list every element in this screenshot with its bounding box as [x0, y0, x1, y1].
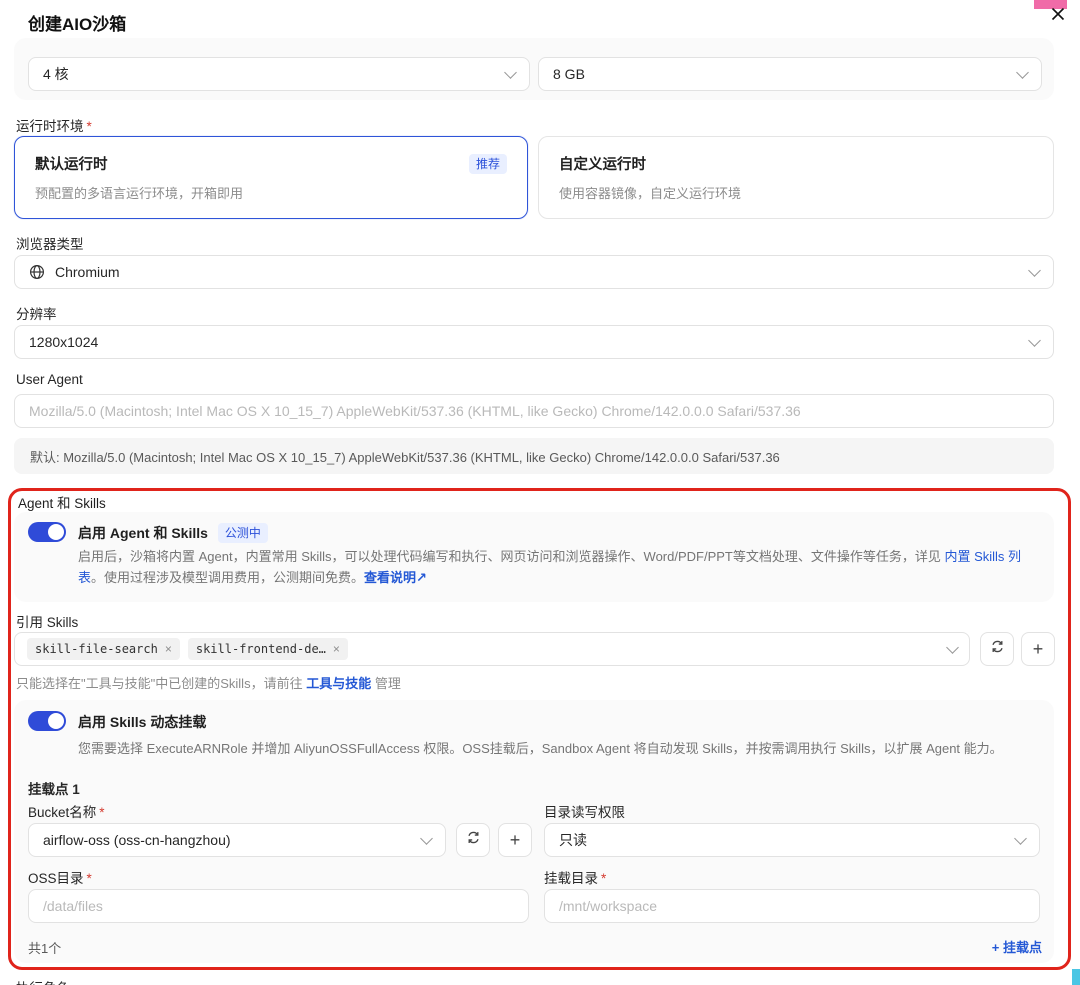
chevron-down-icon — [420, 831, 433, 845]
enable-dynamic-mount-toggle[interactable] — [28, 711, 66, 731]
close-icon — [1051, 7, 1065, 26]
runtime-card-default-title: 默认运行时 — [35, 157, 108, 173]
resolution-value: 1280x1024 — [29, 334, 99, 350]
add-skill-button[interactable]: + — [1021, 632, 1055, 666]
chevron-down-icon — [504, 65, 517, 79]
refresh-icon — [990, 639, 1005, 659]
chevron-down-icon — [1028, 333, 1041, 347]
agent-skills-section-label: Agent 和 Skills — [18, 496, 106, 511]
tag-remove-icon[interactable]: × — [333, 642, 340, 656]
chevron-down-icon — [1016, 65, 1029, 79]
ref-skills-multiselect[interactable]: skill-file-search × skill-frontend-de… × — [14, 632, 970, 666]
enable-agent-skills-toggle[interactable] — [28, 522, 66, 542]
oss-dir-label: OSS目录 * — [28, 871, 92, 886]
bucket-select-value: airflow-oss (oss-cn-hangzhou) — [43, 832, 231, 848]
required-asterisk: * — [86, 871, 92, 886]
required-asterisk: * — [601, 871, 607, 886]
globe-icon — [29, 264, 45, 280]
user-agent-default-note: 默认: Mozilla/5.0 (Macintosh; Intel Mac OS… — [14, 438, 1054, 474]
refresh-icon — [466, 830, 481, 850]
oss-dir-input[interactable] — [43, 898, 514, 914]
bucket-name-label: Bucket名称 * — [28, 805, 105, 820]
enable-dynamic-mount-label: 启用 Skills 动态挂载 — [78, 714, 207, 730]
mount-dir-input[interactable] — [559, 898, 1025, 914]
ref-skills-helper: 只能选择在"工具与技能"中已创建的Skills，请前往 工具与技能 管理 — [16, 676, 401, 691]
recommended-badge: 推荐 — [468, 153, 507, 174]
enable-agent-skills-label: 启用 Agent 和 Skills — [78, 525, 208, 541]
close-button[interactable] — [1047, 5, 1069, 27]
dir-permission-label: 目录读写权限 — [544, 805, 625, 820]
dir-permission-value: 只读 — [559, 832, 587, 848]
runtime-card-custom-title: 自定义运行时 — [559, 157, 646, 173]
plus-icon: + — [1032, 638, 1044, 659]
runtime-card-custom[interactable]: 自定义运行时 使用容器镜像，自定义运行环境 — [538, 136, 1054, 219]
oss-dir-field-wrap — [28, 889, 529, 923]
view-docs-link[interactable]: 查看说明 — [364, 570, 416, 585]
tools-skills-link[interactable]: 工具与技能 — [306, 676, 371, 691]
mount-dir-label: 挂载目录 * — [544, 871, 607, 886]
chevron-down-icon — [946, 640, 959, 654]
corner-cyan-artifact — [1072, 969, 1080, 985]
dynamic-mount-desc: 您需要选择 ExecuteARNRole 并增加 AliyunOSSFullAc… — [78, 741, 1003, 756]
skill-tag: skill-file-search × — [27, 638, 180, 660]
required-asterisk: * — [86, 119, 92, 134]
user-agent-label: User Agent — [16, 372, 83, 387]
tag-remove-icon[interactable]: × — [165, 642, 172, 656]
refresh-buckets-button[interactable] — [456, 823, 490, 857]
create-aio-sandbox-dialog: 创建AIO沙箱 4 核 8 GB 运行时环境 * 默认运行时 推荐 预配置的多语言… — [0, 0, 1080, 985]
resolution-select[interactable]: 1280x1024 — [14, 325, 1054, 359]
runtime-card-default[interactable]: 默认运行时 推荐 预配置的多语言运行环境，开箱即用 — [14, 136, 528, 219]
runtime-card-default-desc: 预配置的多语言运行环境，开箱即用 — [35, 186, 244, 201]
external-link-icon: ↗ — [416, 570, 427, 585]
runtime-env-label: 运行时环境 * — [16, 119, 92, 134]
skill-tag: skill-frontend-de… × — [187, 638, 348, 660]
browser-type-value: Chromium — [55, 264, 120, 280]
memory-select-value: 8 GB — [553, 66, 585, 82]
mount-count: 共1个 — [28, 941, 62, 956]
execution-role-label-partial: 执行角色 — [16, 977, 70, 985]
add-bucket-button[interactable]: + — [498, 823, 532, 857]
mount-point-title: 挂载点 1 — [28, 782, 80, 797]
cpu-select-value: 4 核 — [43, 66, 69, 82]
add-mount-point-link[interactable]: + 挂载点 — [992, 937, 1042, 956]
resolution-label: 分辨率 — [16, 307, 57, 322]
runtime-card-custom-desc: 使用容器镜像，自定义运行环境 — [559, 186, 742, 201]
ref-skills-label: 引用 Skills — [16, 615, 79, 630]
page-title: 创建AIO沙箱 — [28, 15, 127, 34]
chevron-down-icon — [1028, 263, 1041, 277]
required-asterisk: * — [99, 805, 105, 820]
mount-dir-field-wrap — [544, 889, 1040, 923]
public-beta-badge: 公测中 — [217, 523, 268, 543]
browser-type-label: 浏览器类型 — [16, 237, 84, 252]
user-agent-input[interactable] — [29, 403, 1039, 419]
chevron-down-icon — [1014, 831, 1027, 845]
user-agent-field-wrap — [14, 394, 1054, 428]
dir-permission-select[interactable]: 只读 — [544, 823, 1040, 857]
browser-type-select[interactable]: Chromium — [14, 255, 1054, 289]
bucket-select[interactable]: airflow-oss (oss-cn-hangzhou) — [28, 823, 446, 857]
refresh-skills-button[interactable] — [980, 632, 1014, 666]
memory-select[interactable]: 8 GB — [538, 57, 1042, 91]
plus-icon: + — [509, 829, 521, 850]
cpu-select[interactable]: 4 核 — [28, 57, 530, 91]
enable-agent-skills-desc: 启用后，沙箱将内置 Agent，内置常用 Skills，可以处理代码编写和执行、… — [78, 549, 1022, 585]
